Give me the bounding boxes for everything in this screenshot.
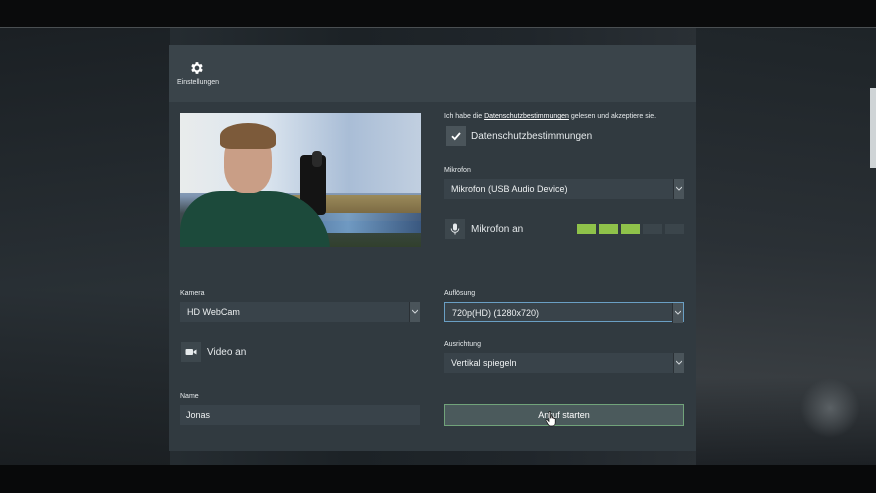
mic-level-segment [577, 224, 596, 234]
camera-preview [180, 113, 421, 247]
name-label: Name [180, 393, 199, 400]
bottom-bar [0, 465, 876, 493]
mic-level-segment [665, 224, 684, 234]
name-input[interactable]: Jonas [180, 405, 420, 425]
chevron-down-icon [409, 302, 420, 322]
chevron-down-icon [672, 303, 683, 323]
start-call-button[interactable]: Anruf starten [444, 404, 684, 426]
mic-toggle-label: Mikrofon an [471, 224, 524, 235]
dialog-header: Einstellungen [169, 45, 696, 102]
mic-label: Mikrofon [444, 167, 471, 174]
resolution-label: Auflösung [444, 290, 476, 297]
privacy-accept-row: Datenschutzbestimmungen [446, 126, 688, 146]
mic-toggle[interactable]: Mikrofon an [445, 219, 565, 241]
settings-label: Einstellungen [177, 79, 220, 86]
top-bar [0, 0, 876, 28]
chevron-down-icon [673, 353, 684, 373]
hand-cursor-icon [545, 411, 556, 427]
privacy-checkbox-label: Datenschutzbestimmungen [471, 131, 593, 142]
privacy-policy-link[interactable]: Datenschutzbestimmungen [484, 113, 569, 120]
video-toggle-label: Video an [207, 347, 247, 358]
chevron-down-icon [673, 179, 684, 199]
mic-level-segment [643, 224, 662, 234]
settings-button[interactable]: Einstellungen [177, 60, 220, 96]
video-camera-icon [181, 342, 201, 362]
resolution-select[interactable]: 720p(HD) (1280x720) [444, 302, 684, 323]
orientation-label: Ausrichtung [444, 341, 481, 348]
video-toggle[interactable]: Video an [181, 342, 301, 364]
camera-label: Kamera [180, 290, 205, 297]
gear-icon [177, 60, 217, 76]
camera-select[interactable]: HD WebCam [180, 302, 420, 322]
call-settings-dialog: Einstellungen Ich habe die Datenschutzbe… [169, 45, 696, 451]
microphone-icon [445, 219, 465, 239]
orientation-select[interactable]: Vertikal spiegeln [444, 353, 684, 373]
checkmark-icon [451, 132, 461, 141]
privacy-notice: Ich habe die Datenschutzbestimmungen gel… [444, 113, 657, 120]
mic-level-segment [621, 224, 640, 234]
privacy-checkbox[interactable] [446, 126, 466, 146]
mic-select[interactable]: Mikrofon (USB Audio Device) [444, 179, 684, 199]
mic-level-segment [599, 224, 618, 234]
